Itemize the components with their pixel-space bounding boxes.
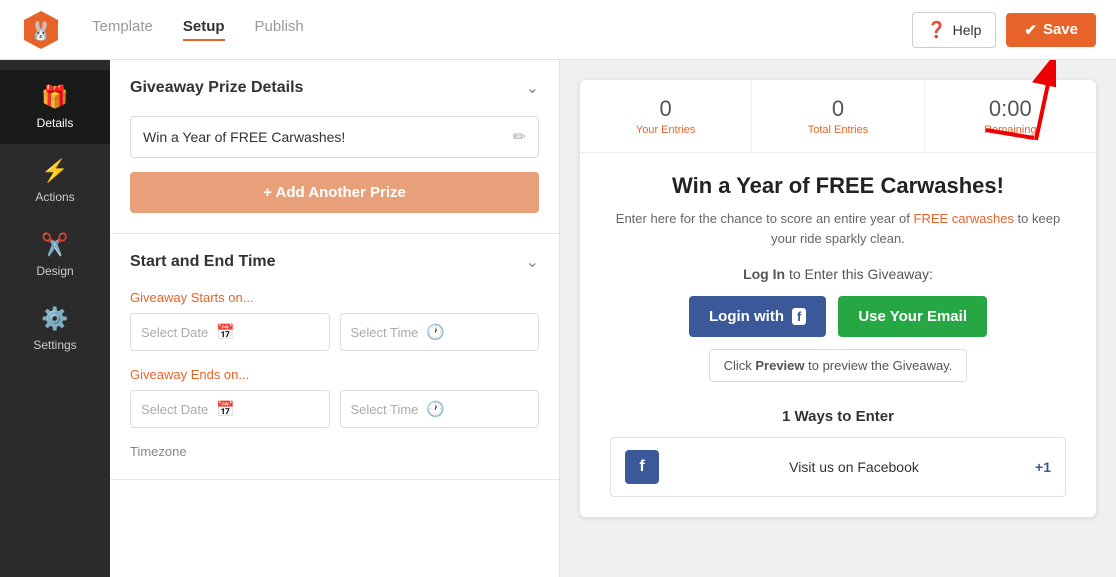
prize-section: Giveaway Prize Details ⌄ Win a Year of F… (110, 60, 559, 234)
logo: 🐰 (20, 9, 62, 51)
time-section: Start and End Time ⌄ Giveaway Starts on.… (110, 234, 559, 480)
remaining-label: Remaining (935, 124, 1086, 136)
ends-label: Giveaway Ends on... (130, 367, 539, 382)
design-icon: ✂️ (41, 232, 68, 258)
ends-date-time-row: Select Date 📅 Select Time 🕐 (130, 390, 539, 428)
stat-your-entries: 0 Your Entries (580, 80, 752, 152)
sidebar-item-design[interactable]: ✂️ Design (0, 218, 110, 292)
save-button[interactable]: ✔ Save (1006, 13, 1096, 47)
ways-title: 1 Ways to Enter (610, 408, 1066, 425)
facebook-login-button[interactable]: Login with f (689, 296, 826, 337)
entry-text: Visit us on Facebook (673, 459, 1035, 475)
tab-publish[interactable]: Publish (255, 18, 304, 41)
svg-text:🐰: 🐰 (30, 20, 52, 41)
giveaway-desc: Enter here for the chance to score an en… (610, 209, 1066, 248)
sidebar-label-settings: Settings (33, 338, 76, 352)
starts-label: Giveaway Starts on... (130, 290, 539, 305)
check-icon: ✔ (1024, 21, 1037, 39)
your-entries-value: 0 (590, 96, 741, 122)
add-prize-label: + Add Another Prize (263, 184, 406, 201)
stat-total-entries: 0 Total Entries (752, 80, 924, 152)
ends-calendar-icon: 📅 (216, 400, 235, 418)
nav-right: ❓ Help ✔ Save (912, 12, 1096, 48)
ends-time-placeholder: Select Time (351, 402, 419, 417)
ends-date-placeholder: Select Date (141, 402, 208, 417)
sidebar-item-settings[interactable]: ⚙️ Settings (0, 292, 110, 366)
nav-tabs: Template Setup Publish (92, 18, 912, 41)
edit-icon[interactable]: ✏ (513, 127, 526, 147)
facebook-icon: f (792, 308, 806, 325)
preview-hint-wrapper: Click Preview to preview the Giveaway. (610, 349, 1066, 396)
tab-template[interactable]: Template (92, 18, 153, 41)
stats-row: 0 Your Entries 0 Total Entries 0:00 Rema… (580, 80, 1096, 153)
sidebar-label-design: Design (36, 264, 73, 278)
time-chevron-icon: ⌄ (526, 252, 539, 272)
highlight-free: FREE carwashes (914, 211, 1014, 226)
email-login-button[interactable]: Use Your Email (838, 296, 987, 337)
top-nav: 🐰 Template Setup Publish ❓ Help ✔ Save (0, 0, 1116, 60)
plus-badge: +1 (1035, 459, 1051, 475)
fb-square-icon: f (625, 450, 659, 484)
remaining-value: 0:00 (935, 96, 1086, 122)
login-buttons: Login with f Use Your Email (610, 296, 1066, 337)
content-panel: Giveaway Prize Details ⌄ Win a Year of F… (110, 60, 560, 577)
lightning-icon: ⚡ (41, 158, 68, 184)
save-label: Save (1043, 21, 1078, 38)
starts-date-input[interactable]: Select Date 📅 (130, 313, 330, 351)
entry-row: f Visit us on Facebook +1 (610, 437, 1066, 497)
ends-date-input[interactable]: Select Date 📅 (130, 390, 330, 428)
login-label: Log In to Enter this Giveaway: (610, 266, 1066, 282)
starts-date-placeholder: Select Date (141, 325, 208, 340)
sidebar-item-details[interactable]: 🎁 Details (0, 70, 110, 144)
clock-icon: 🕐 (426, 323, 445, 341)
prize-input-row: Win a Year of FREE Carwashes! ✏ (130, 116, 539, 158)
login-with-label: Login with (709, 308, 784, 325)
sidebar-label-details: Details (37, 116, 74, 130)
your-entries-label: Your Entries (590, 124, 741, 136)
starts-time-input[interactable]: Select Time 🕐 (340, 313, 540, 351)
ends-clock-icon: 🕐 (426, 400, 445, 418)
preview-panel: 0 Your Entries 0 Total Entries 0:00 Rema… (560, 60, 1116, 577)
sidebar-label-actions: Actions (35, 190, 74, 204)
main-layout: 🎁 Details ⚡ Actions ✂️ Design ⚙️ Setting… (0, 60, 1116, 577)
prize-section-title: Giveaway Prize Details (130, 79, 303, 97)
total-entries-label: Total Entries (762, 124, 913, 136)
gear-icon: ⚙️ (41, 306, 68, 332)
prize-section-header[interactable]: Giveaway Prize Details ⌄ (110, 60, 559, 116)
preview-hint: Click Preview to preview the Giveaway. (709, 349, 968, 382)
gift-icon: 🎁 (41, 84, 68, 110)
ends-time-input[interactable]: Select Time 🕐 (340, 390, 540, 428)
time-section-body: Giveaway Starts on... Select Date 📅 Sele… (110, 290, 559, 479)
prize-section-body: Win a Year of FREE Carwashes! ✏ + Add An… (110, 116, 559, 233)
time-section-header[interactable]: Start and End Time ⌄ (110, 234, 559, 290)
help-icon: ❓ (927, 20, 947, 40)
timezone-label: Timezone (130, 444, 539, 459)
prize-text: Win a Year of FREE Carwashes! (143, 129, 513, 145)
stat-remaining: 0:00 Remaining (925, 80, 1096, 152)
help-label: Help (953, 22, 982, 38)
prize-chevron-icon: ⌄ (526, 78, 539, 98)
total-entries-value: 0 (762, 96, 913, 122)
add-prize-button[interactable]: + Add Another Prize (130, 172, 539, 213)
starts-date-time-row: Select Date 📅 Select Time 🕐 (130, 313, 539, 351)
starts-time-placeholder: Select Time (351, 325, 419, 340)
help-button[interactable]: ❓ Help (912, 12, 997, 48)
time-section-title: Start and End Time (130, 253, 276, 271)
calendar-icon: 📅 (216, 323, 235, 341)
preview-card: 0 Your Entries 0 Total Entries 0:00 Rema… (580, 80, 1096, 517)
preview-content: Win a Year of FREE Carwashes! Enter here… (580, 153, 1096, 517)
tab-setup[interactable]: Setup (183, 18, 225, 41)
giveaway-title: Win a Year of FREE Carwashes! (610, 173, 1066, 199)
sidebar: 🎁 Details ⚡ Actions ✂️ Design ⚙️ Setting… (0, 60, 110, 577)
sidebar-item-actions[interactable]: ⚡ Actions (0, 144, 110, 218)
